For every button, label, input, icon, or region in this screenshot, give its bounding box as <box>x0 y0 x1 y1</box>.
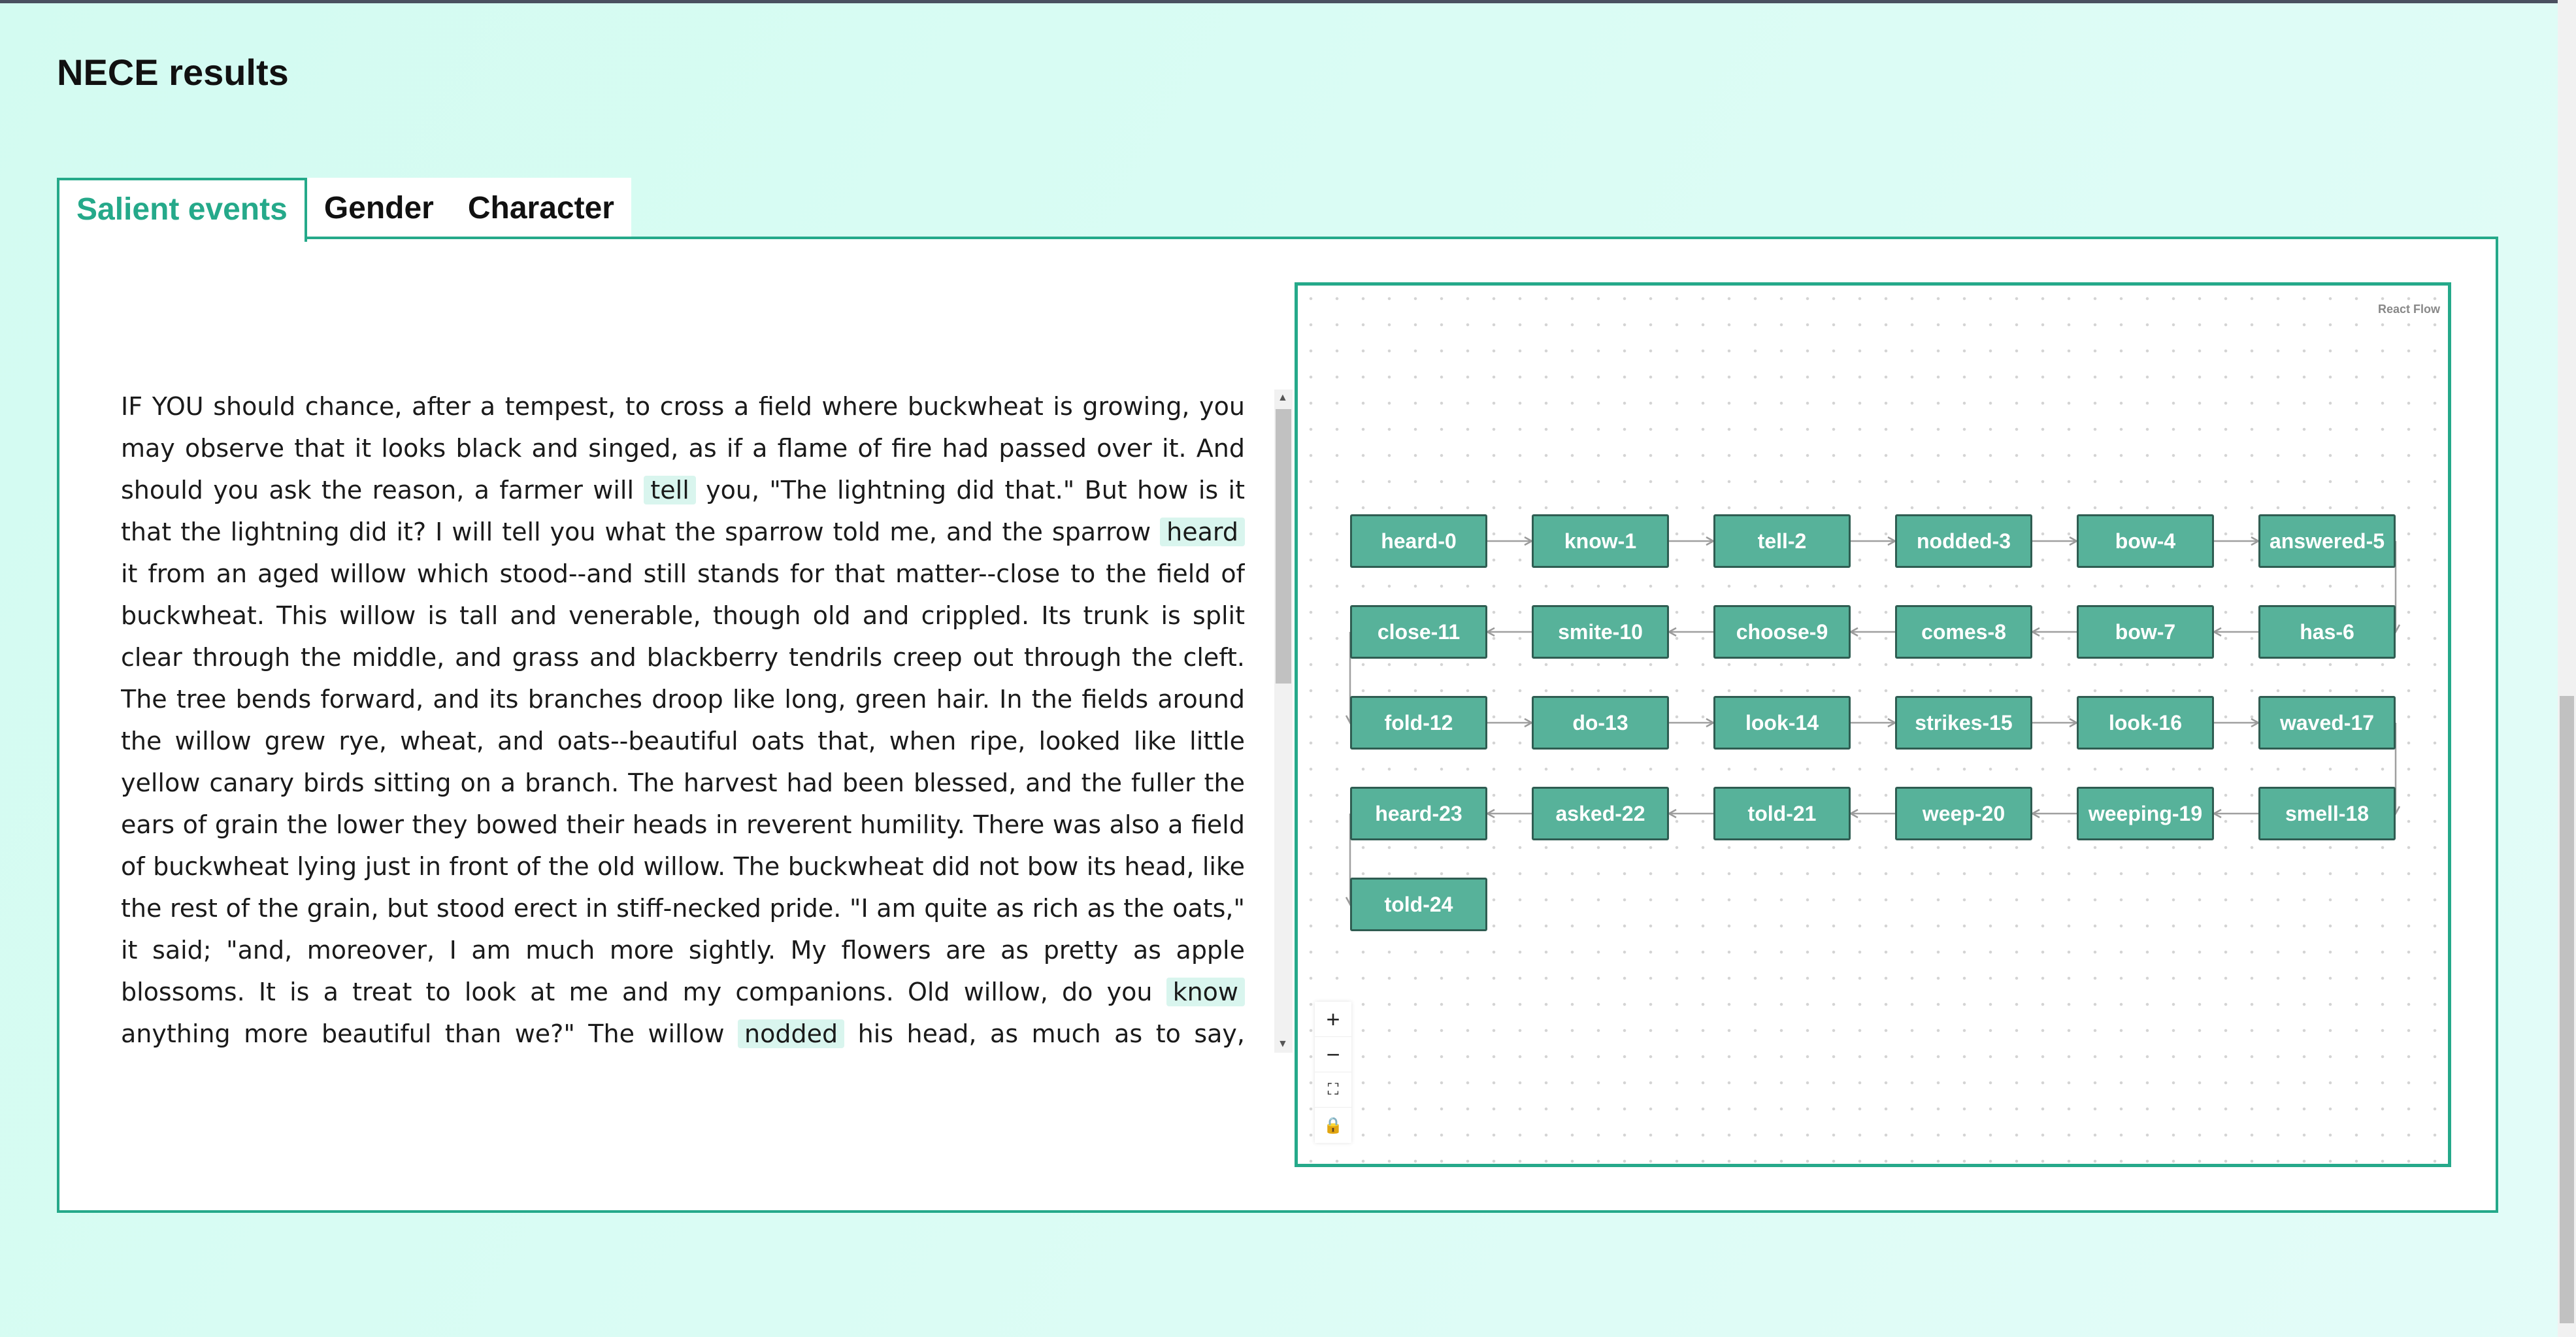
window-top-edge <box>0 0 2576 3</box>
zoom-in-button[interactable]: + <box>1315 1002 1351 1037</box>
flow-node-weeping-19[interactable]: weeping-19 <box>2077 787 2214 840</box>
flow-node-do-13[interactable]: do-13 <box>1532 696 1669 750</box>
flow-node-look-14[interactable]: look-14 <box>1713 696 1851 750</box>
flow-node-weep-20[interactable]: weep-20 <box>1895 787 2032 840</box>
tab-character[interactable]: Character <box>450 178 631 239</box>
flow-node-choose-9[interactable]: choose-9 <box>1713 605 1851 659</box>
story-text-segment: anything more beautiful than we?" The wi… <box>121 1019 738 1048</box>
flow-node-know-1[interactable]: know-1 <box>1532 514 1669 568</box>
highlighted-event-tell[interactable]: tell <box>644 476 696 504</box>
flow-node-smite-10[interactable]: smite-10 <box>1532 605 1669 659</box>
event-flow-graph[interactable]: React Flow + − ⛶ 🔒 heard-0 know-1 tell-2 nodde… <box>1295 282 2451 1167</box>
flow-node-has-6[interactable]: has-6 <box>2258 605 2396 659</box>
flow-node-heard-0[interactable]: heard-0 <box>1350 514 1487 568</box>
story-text: IF YOU should chance, after a tempest, t… <box>121 386 1245 1052</box>
flow-node-bow-4[interactable]: bow-4 <box>2077 514 2214 568</box>
results-tabs: Salient events Gender Character <box>57 178 631 242</box>
story-scrollbar[interactable]: ▲ ▼ <box>1274 389 1293 1053</box>
story-text-area[interactable]: IF YOU should chance, after a tempest, t… <box>121 386 1245 1052</box>
highlighted-event-nodded[interactable]: nodded <box>738 1019 845 1048</box>
zoom-out-button[interactable]: − <box>1315 1037 1351 1072</box>
react-flow-attribution[interactable]: React Flow <box>2373 301 2444 318</box>
scroll-down-arrow-icon[interactable]: ▼ <box>1278 1038 1288 1050</box>
flow-node-close-11[interactable]: close-11 <box>1350 605 1487 659</box>
fit-view-button[interactable]: ⛶ <box>1315 1072 1351 1108</box>
flow-node-told-21[interactable]: told-21 <box>1713 787 1851 840</box>
flow-node-fold-12[interactable]: fold-12 <box>1350 696 1487 750</box>
flow-node-heard-23[interactable]: heard-23 <box>1350 787 1487 840</box>
flow-node-smell-18[interactable]: smell-18 <box>2258 787 2396 840</box>
tab-salient-events[interactable]: Salient events <box>57 178 307 242</box>
flow-node-answered-5[interactable]: answered-5 <box>2258 514 2396 568</box>
flow-node-strikes-15[interactable]: strikes-15 <box>1895 696 2032 750</box>
page-scrollbar[interactable] <box>2558 0 2576 1337</box>
page-title: NECE results <box>57 52 289 93</box>
page-scrollbar-thumb[interactable] <box>2560 696 2574 1323</box>
flow-node-bow-7[interactable]: bow-7 <box>2077 605 2214 659</box>
scroll-up-arrow-icon[interactable]: ▲ <box>1278 392 1288 404</box>
flow-controls: + − ⛶ 🔒 <box>1315 1002 1351 1143</box>
lock-button[interactable]: 🔒 <box>1315 1108 1351 1143</box>
tab-gender[interactable]: Gender <box>306 178 451 239</box>
flow-node-told-24[interactable]: told-24 <box>1350 878 1487 931</box>
flow-node-nodded-3[interactable]: nodded-3 <box>1895 514 2032 568</box>
flow-node-look-16[interactable]: look-16 <box>2077 696 2214 750</box>
highlighted-event-know[interactable]: know <box>1166 978 1245 1006</box>
highlighted-event-heard[interactable]: heard <box>1160 518 1245 546</box>
story-text-segment: it from an aged willow which stood--and … <box>121 559 1245 1006</box>
flow-node-comes-8[interactable]: comes-8 <box>1895 605 2032 659</box>
flow-node-asked-22[interactable]: asked-22 <box>1532 787 1669 840</box>
story-scrollbar-thumb[interactable] <box>1276 409 1291 684</box>
flow-node-waved-17[interactable]: waved-17 <box>2258 696 2396 750</box>
flow-node-tell-2[interactable]: tell-2 <box>1713 514 1851 568</box>
